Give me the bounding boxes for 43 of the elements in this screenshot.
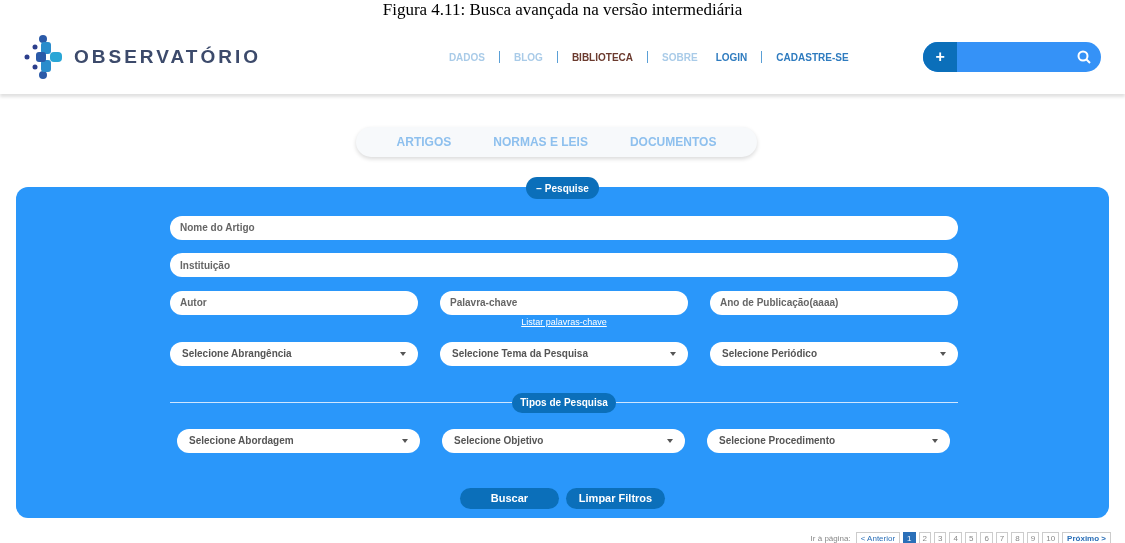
page-button[interactable]: 4 (949, 532, 962, 543)
caret-icon (400, 351, 406, 356)
account-link[interactable]: CADASTRE-SE (776, 49, 849, 65)
input-field[interactable]: Palavra-chave (440, 290, 688, 315)
dropdown[interactable]: Selecione Periódico (710, 341, 958, 366)
add-button[interactable]: + (923, 42, 958, 72)
page-button[interactable]: 9 (1026, 532, 1040, 543)
input-field[interactable]: Nome do Artigo (170, 215, 958, 240)
section-label: Tipos de Pesquisa (512, 392, 616, 413)
caret-icon (932, 438, 938, 443)
page-button[interactable]: 1 (903, 532, 916, 543)
figure-caption: Figura 4.11: Busca avançada na versão intermediária (382, 0, 743, 20)
dropdown[interactable]: Selecione Procedimento (707, 428, 950, 453)
keywords-link[interactable]: Listar palavras-chave (521, 316, 607, 330)
page-button[interactable]: 3 (934, 532, 947, 543)
search-button[interactable]: Buscar (460, 487, 559, 509)
search-bar[interactable]: + (923, 42, 1101, 72)
input-field[interactable]: Autor (170, 290, 418, 315)
dropdown[interactable]: Selecione Abrangência (170, 341, 418, 366)
page-button[interactable]: 5 (964, 532, 978, 543)
toggle-button[interactable]: − Pesquise (526, 177, 599, 199)
page-label: Ir à página: (810, 533, 851, 543)
input-field[interactable]: Ano de Publicação(aaaa) (710, 290, 958, 315)
dropdown[interactable]: Selecione Tema da Pesquisa (440, 341, 688, 366)
nav-link[interactable]: BIBLIOTECA (571, 49, 633, 65)
account-link[interactable]: LOGIN (715, 49, 748, 65)
page-button[interactable]: 10 (1042, 532, 1060, 543)
prev-button[interactable]: < Anterior (855, 532, 901, 543)
page-button[interactable]: 6 (980, 532, 993, 543)
search-button[interactable]: Limpar Filtros (566, 487, 665, 509)
dropdown[interactable]: Selecione Abordagem (177, 428, 420, 453)
search-icon[interactable] (1077, 50, 1091, 64)
logo-text: OBSERVATÓRIO (74, 44, 261, 69)
next-button[interactable]: Próximo > (1062, 532, 1111, 543)
input-field[interactable]: Instituição (170, 253, 958, 277)
dropdown[interactable]: Selecione Objetivo (442, 428, 685, 453)
caret-icon (670, 351, 676, 356)
caret-icon (667, 438, 673, 443)
page-button[interactable]: 2 (918, 532, 931, 543)
caret-icon (402, 438, 408, 443)
page-button[interactable]: 7 (995, 532, 1009, 543)
page-button[interactable]: 8 (1011, 532, 1024, 543)
caret-icon (940, 351, 946, 356)
